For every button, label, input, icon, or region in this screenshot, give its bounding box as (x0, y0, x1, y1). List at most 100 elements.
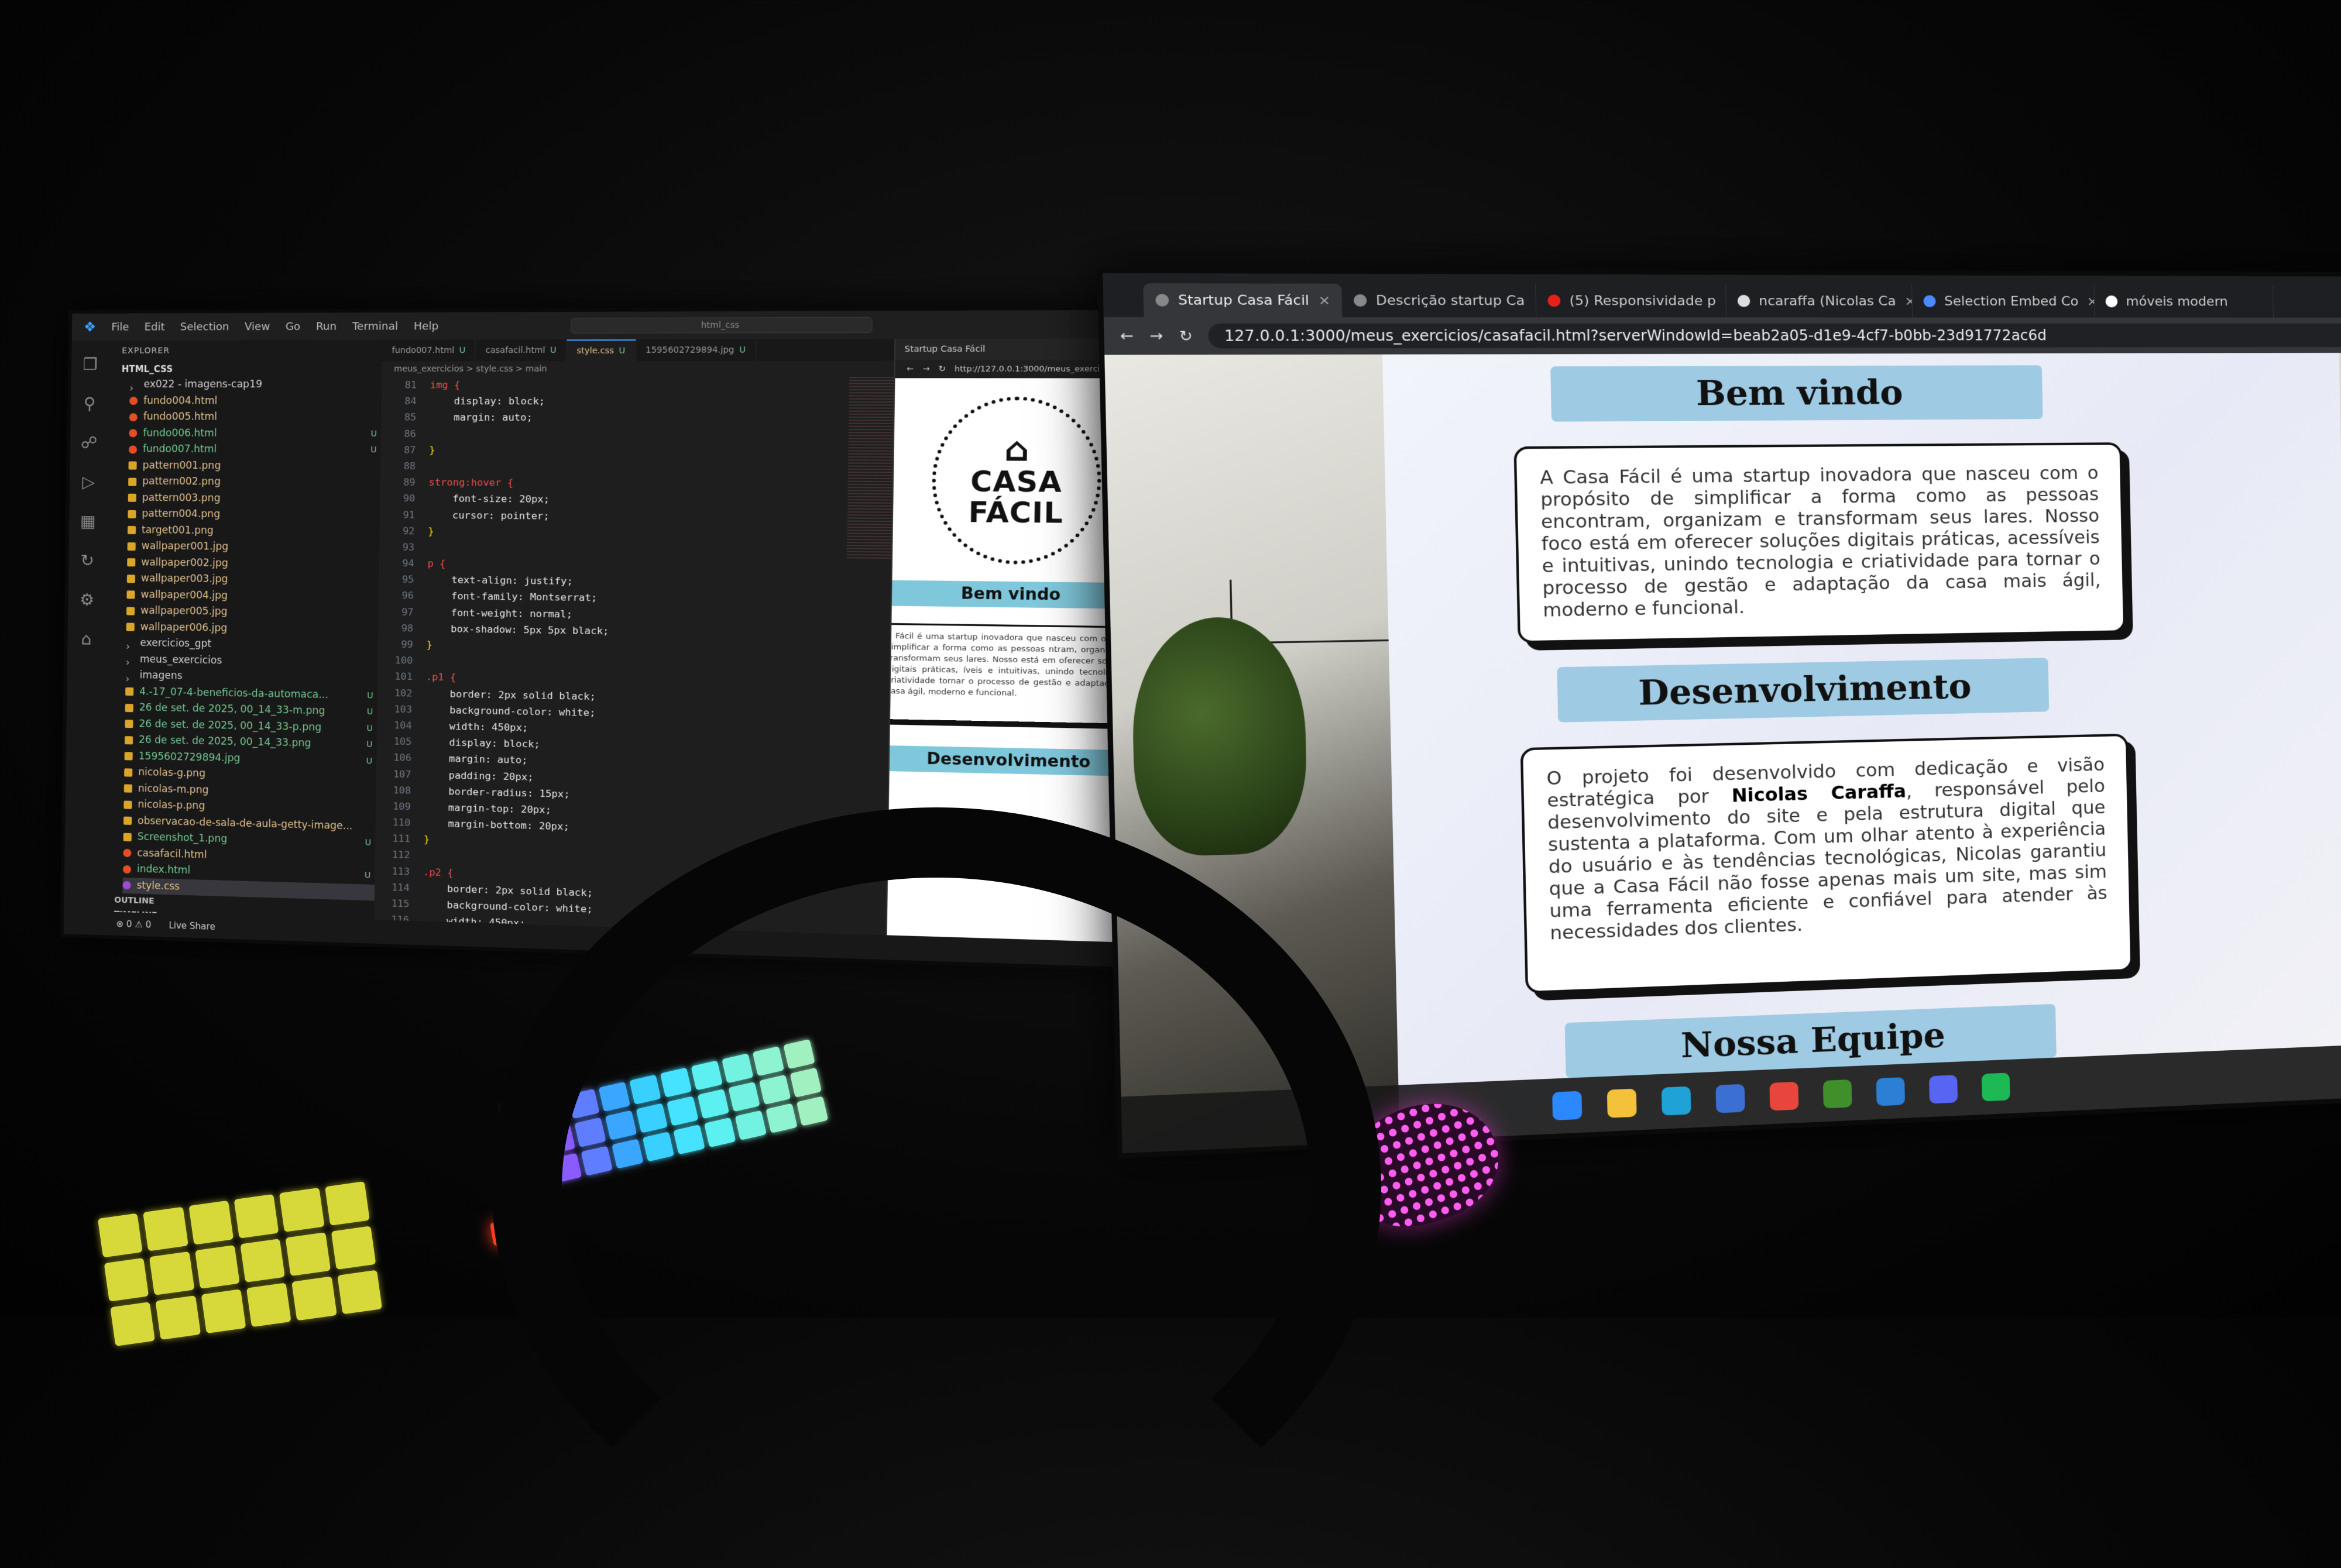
line-number: 91 (380, 506, 428, 522)
code-line[interactable]: 86 (381, 425, 893, 443)
heading-welcome: Bem vindo (1550, 365, 2043, 421)
tree-item[interactable]: fundo006.htmlU (129, 425, 381, 442)
menu-run[interactable]: Run (316, 320, 337, 332)
close-icon[interactable]: × (1318, 293, 1330, 308)
python-icon[interactable]: ⚙ (80, 590, 94, 609)
git-status-badge: U (360, 868, 375, 885)
store-icon[interactable] (1715, 1084, 1745, 1113)
img-file-icon (123, 833, 132, 841)
browser-tab-1[interactable]: Descrição startup Ca× (1341, 284, 1536, 317)
keycap (240, 1239, 285, 1283)
tab-fundo007[interactable]: fundo007.htmlU (382, 340, 476, 362)
code-line[interactable]: 85 margin: auto; (381, 409, 893, 427)
browser-tab-5[interactable]: móveis modern (2095, 286, 2274, 318)
tree-item-label: pattern002.png (142, 474, 366, 491)
extensions-icon[interactable]: ▦ (80, 511, 96, 531)
tree-item[interactable]: wallpaper001.jpg (127, 538, 379, 557)
tab-image[interactable]: 1595602729894.jpgU (636, 339, 756, 362)
tree-item[interactable]: fundo004.html (129, 393, 382, 410)
keycap (331, 1226, 376, 1270)
menu-edit[interactable]: Edit (144, 321, 164, 333)
back-arrow-icon[interactable]: ← (907, 365, 914, 374)
page-content: Bem vindo A Casa Fácil é uma startup ino… (1382, 353, 2341, 1141)
code-line[interactable]: 84 display: block; (382, 393, 894, 410)
code-line[interactable]: 87} (380, 442, 893, 460)
code-text: .p2 { (423, 864, 454, 881)
live-share-icon[interactable]: ⌂ (81, 629, 91, 648)
line-number: 105 (376, 733, 425, 750)
google-icon (2105, 295, 2117, 307)
keycap (286, 1232, 331, 1277)
edge-icon[interactable] (1662, 1086, 1691, 1116)
minecraft-icon[interactable] (1823, 1079, 1852, 1109)
back-arrow-icon[interactable]: ← (1120, 327, 1134, 345)
line-number: 84 (382, 393, 430, 410)
tree-item[interactable]: ›ex022 - imagens-cap19 (129, 377, 382, 393)
windows-icon[interactable] (1552, 1091, 1582, 1120)
close-icon[interactable]: × (2087, 294, 2095, 308)
git-status-badge: U (361, 835, 375, 852)
remote-icon[interactable]: ↻ (80, 551, 94, 570)
img-file-icon (124, 785, 132, 793)
keycap (156, 1296, 201, 1340)
spotify-icon[interactable] (1982, 1072, 2010, 1101)
close-icon[interactable]: × (1904, 294, 1913, 309)
run-debug-icon[interactable]: ▷ (82, 472, 95, 491)
browser-tab-4[interactable]: Selection Embed Co × (1912, 285, 2095, 318)
tree-item[interactable]: fundo007.htmlU (129, 441, 381, 459)
tree-item-label: wallpaper001.jpg (142, 538, 365, 556)
code-line[interactable]: 81img { (382, 377, 894, 394)
vscode-icon[interactable] (1876, 1077, 1905, 1106)
tree-item-label: fundo005.html (143, 409, 367, 426)
line-number: 106 (376, 749, 425, 766)
code-text: img { (430, 377, 461, 393)
explorer-icon[interactable] (1607, 1089, 1637, 1118)
img-file-icon (128, 510, 136, 518)
project-root[interactable]: HTML_CSS (109, 362, 382, 377)
tree-item[interactable]: pattern003.png (128, 490, 380, 508)
chrome-icon[interactable] (1769, 1082, 1798, 1111)
browser-tab-0[interactable]: Startup Casa Fácil× (1143, 283, 1342, 317)
tab-label: style.css (576, 346, 614, 356)
code-text: display: block; (430, 393, 545, 410)
reload-icon[interactable]: ↻ (1179, 327, 1193, 345)
code-text: } (426, 637, 432, 653)
browser-tabstrip: Startup Casa Fácil× Descrição startup Ca… (1103, 273, 2341, 318)
menu-selection[interactable]: Selection (180, 321, 229, 333)
tree-item[interactable]: pattern002.png (128, 474, 380, 491)
forward-arrow-icon[interactable]: → (1149, 327, 1163, 345)
tree-item[interactable]: target001.png (128, 522, 380, 541)
tab-style-css[interactable]: style.cssU (567, 339, 636, 361)
browser-tab-label: móveis modern (2126, 294, 2228, 310)
address-bar[interactable]: 127.0.0.1:3000/meus_exercicios/casafacil… (1208, 324, 2341, 349)
tree-item[interactable]: pattern001.png (128, 458, 380, 475)
menu-go[interactable]: Go (286, 320, 301, 332)
tree-item-label: pattern004.png (142, 506, 365, 524)
address-url[interactable]: 127.0.0.1:3000/meus_exercicios/casafacil… (1224, 327, 2047, 345)
command-center[interactable]: html_css (571, 317, 873, 333)
browser-tab-label: Selection Embed Co (1944, 294, 2079, 309)
tree-item[interactable]: fundo005.html (129, 409, 382, 426)
browser-tab-3[interactable]: ncaraffa (Nicolas Ca× (1726, 284, 1913, 317)
explorer-icon[interactable]: ❐ (83, 355, 98, 374)
line-number: 114 (375, 879, 423, 896)
forward-arrow-icon[interactable]: → (922, 365, 929, 374)
menu-file[interactable]: File (111, 321, 129, 333)
source-control-icon[interactable]: ☍ (81, 433, 98, 452)
menu-help[interactable]: Help (414, 320, 439, 333)
tab-casafacil[interactable]: casafacil.htmlU (476, 339, 567, 361)
live-share-status[interactable]: Live Share (169, 920, 215, 932)
code-text: font-family: Montserrat; (427, 588, 598, 606)
menu-view[interactable]: View (245, 320, 270, 332)
minimap[interactable] (847, 377, 894, 561)
menu-terminal[interactable]: Terminal (352, 320, 399, 333)
logo-line1: CASA (970, 466, 1063, 498)
errors-count[interactable]: ⊗ 0 ⚠ 0 (116, 919, 152, 930)
breadcrumb[interactable]: meus_exercicios > style.css > main (382, 361, 894, 377)
img-file-icon (125, 736, 133, 744)
reload-icon[interactable]: ↻ (939, 365, 946, 374)
discord-icon[interactable] (1929, 1075, 1958, 1103)
search-icon[interactable]: ⚲ (84, 394, 96, 413)
tree-item[interactable]: pattern004.png (128, 506, 380, 524)
browser-tab-2[interactable]: (5) Responsividade p× (1536, 284, 1726, 318)
